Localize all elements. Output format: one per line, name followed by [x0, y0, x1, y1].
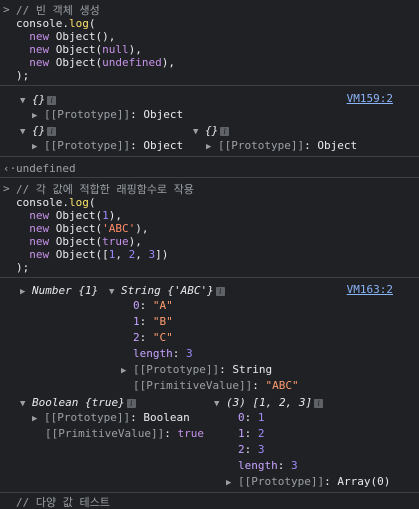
- string-prop-row: 2: "C": [133, 331, 173, 344]
- boolean-object-label: Boolean {true}: [32, 396, 125, 409]
- info-icon: i: [314, 399, 324, 408]
- info-icon: i: [47, 96, 57, 105]
- input-prompt-2: >: [3, 182, 10, 195]
- array-prop-row: 2: 3: [238, 443, 265, 456]
- object-expand-toggle[interactable]: ▼ {} i: [20, 124, 57, 139]
- boolean-object-toggle[interactable]: ▼ Boolean {true} i: [20, 396, 136, 411]
- primitive-row: [[PrimitiveValue]]: true: [45, 427, 204, 440]
- code-line[interactable]: new Object(true),: [16, 235, 142, 248]
- primitive-label: [[PrimitiveValue]]: [45, 427, 165, 440]
- prop-key: 2: [238, 443, 245, 456]
- code-line[interactable]: new Object(undefined),: [16, 56, 175, 69]
- code-line[interactable]: new Object(),: [16, 30, 115, 43]
- code-line[interactable]: new Object([1, 2, 3]): [16, 248, 168, 261]
- code-comment-3: // 다양 값 테스트: [16, 496, 110, 509]
- length-row: length: 3: [238, 459, 298, 472]
- code-line[interactable]: new Object(1),: [16, 209, 122, 222]
- string-prop-row: 0: "A": [133, 299, 173, 312]
- prop-key: 0: [133, 299, 140, 312]
- prototype-label: [[Prototype]]: [44, 139, 131, 152]
- length-key: length: [133, 347, 173, 360]
- prop-key: 1: [238, 427, 245, 440]
- info-icon: i: [126, 399, 136, 408]
- code-comment-1: // 빈 객체 생성: [16, 4, 100, 17]
- object-label: {}: [32, 93, 46, 106]
- prototype-value: Object: [317, 139, 358, 152]
- prop-value: "A": [152, 299, 173, 312]
- prototype-value: String: [232, 363, 273, 376]
- primitive-value: true: [177, 427, 204, 440]
- prototype-row[interactable]: ▶ [[Prototype]]: Array(0): [226, 475, 390, 490]
- length-key: length: [238, 459, 278, 472]
- array-label: (3) [1, 2, 3]: [226, 396, 313, 409]
- primitive-row: [[PrimitiveValue]]: "ABC": [133, 379, 299, 392]
- separator: [0, 277, 419, 278]
- prop-value: "B": [152, 315, 173, 328]
- prototype-label: [[Prototype]]: [218, 139, 305, 152]
- source-link[interactable]: VM159:2: [347, 92, 393, 105]
- primitive-value: "ABC": [265, 379, 299, 392]
- prototype-value: Object: [143, 139, 184, 152]
- prototype-row[interactable]: ▶ [[Prototype]]: String: [121, 363, 272, 378]
- prop-key: 1: [133, 315, 140, 328]
- prop-value: 2: [257, 427, 265, 440]
- separator: [0, 492, 419, 493]
- length-row: length: 3: [133, 347, 193, 360]
- code-line[interactable]: new Object(null),: [16, 43, 142, 56]
- code-comment-2: // 각 값에 적합한 래핑함수로 작용: [16, 183, 194, 196]
- prototype-label: [[Prototype]]: [44, 108, 131, 121]
- code-line[interactable]: new Object('ABC'),: [16, 222, 148, 235]
- prop-value: 3: [257, 443, 265, 456]
- primitive-label: [[PrimitiveValue]]: [133, 379, 253, 392]
- info-icon: i: [47, 127, 57, 136]
- code-line[interactable]: console.log(: [16, 17, 95, 30]
- string-prop-row: 1: "B": [133, 315, 173, 328]
- array-toggle[interactable]: ▼ (3) [1, 2, 3] i: [214, 396, 324, 411]
- number-object-toggle[interactable]: ▶ Number {1}: [20, 284, 98, 299]
- prop-key: 0: [238, 411, 245, 424]
- code-line[interactable]: );: [16, 69, 29, 82]
- code-line[interactable]: console.log(: [16, 196, 95, 209]
- object-expand-toggle[interactable]: ▼ {} i: [20, 93, 57, 108]
- prototype-value: Array(0): [337, 475, 391, 488]
- prop-value: 1: [257, 411, 265, 424]
- input-prompt-1: >: [3, 3, 10, 16]
- prototype-value: Object: [143, 108, 184, 121]
- number-object-label: Number {1}: [32, 284, 99, 297]
- prop-value: "C": [152, 331, 173, 344]
- string-object-label: String {'ABC'}: [121, 284, 214, 297]
- separator: [0, 177, 419, 178]
- separator: [0, 156, 419, 157]
- prototype-row[interactable]: ▶ [[Prototype]]: Object: [206, 139, 357, 154]
- return-arrow-icon: ‹·: [3, 162, 17, 175]
- return-value: undefined: [16, 162, 76, 175]
- code-line[interactable]: );: [16, 261, 29, 274]
- prototype-row[interactable]: ▶ [[Prototype]]: Boolean: [32, 411, 190, 426]
- string-object-toggle[interactable]: ▼ String {'ABC'} i: [109, 284, 225, 299]
- length-value: 3: [186, 347, 193, 360]
- length-value: 3: [291, 459, 298, 472]
- object-expand-toggle[interactable]: ▼ {} i: [193, 124, 230, 139]
- object-label: {}: [32, 124, 46, 137]
- prototype-row[interactable]: ▶ [[Prototype]]: Object: [32, 108, 183, 123]
- prototype-row[interactable]: ▶ [[Prototype]]: Object: [32, 139, 183, 154]
- source-link[interactable]: VM163:2: [347, 283, 393, 296]
- info-icon: i: [215, 287, 225, 296]
- separator: [0, 85, 419, 86]
- prototype-value: Boolean: [143, 411, 190, 424]
- array-prop-row: 1: 2: [238, 427, 265, 440]
- prototype-label: [[Prototype]]: [238, 475, 325, 488]
- array-prop-row: 0: 1: [238, 411, 265, 424]
- prop-key: 2: [133, 331, 140, 344]
- prototype-label: [[Prototype]]: [44, 411, 131, 424]
- prototype-label: [[Prototype]]: [133, 363, 220, 376]
- object-label: {}: [205, 124, 219, 137]
- info-icon: i: [220, 127, 230, 136]
